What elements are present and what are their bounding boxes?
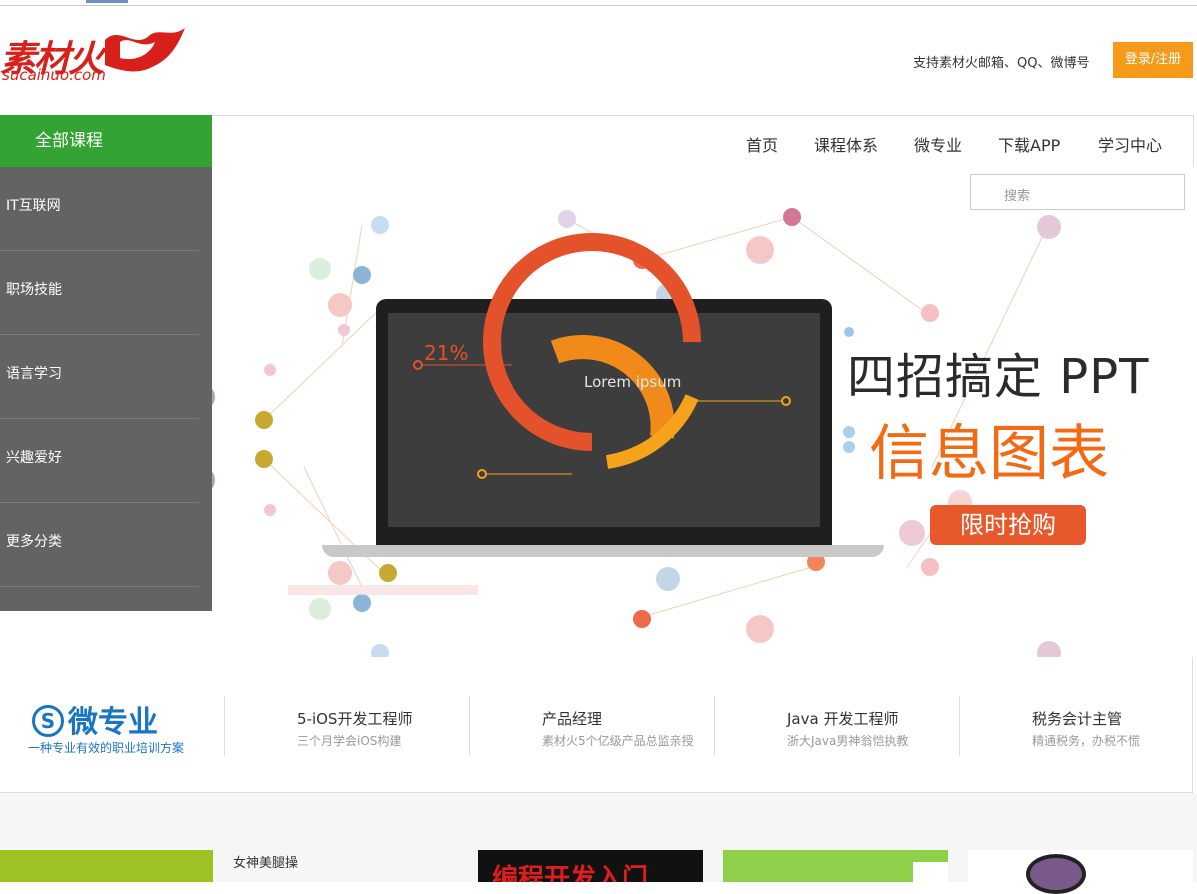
course-java[interactable]: Java 开发工程师 浙大Java男神翁恺执教	[714, 696, 959, 756]
course-card-green[interactable]	[723, 850, 948, 882]
browser-tab-indicator	[86, 0, 128, 3]
micro-major-logo[interactable]: S 微专业	[32, 697, 158, 741]
promo-button[interactable]: 限时抢购	[930, 505, 1086, 545]
avatar-image	[1026, 854, 1086, 894]
banner-headline: 四招搞定 PPT	[847, 349, 1150, 405]
screen-title: Lorem ipsum	[584, 373, 682, 391]
course-title: 税务会计主管	[1032, 710, 1123, 728]
screen-percent: 21%	[424, 341, 469, 365]
sidebar-item-language[interactable]: 语言学习	[0, 335, 199, 419]
course-ios[interactable]: 5-iOS开发工程师 三个月学会iOS构建	[224, 696, 469, 756]
course-subtitle: 三个月学会iOS构建	[297, 734, 402, 748]
nav-item-download-app[interactable]: 下载APP	[998, 132, 1060, 156]
nav-item-learning-center[interactable]: 学习中心	[1098, 132, 1162, 156]
course-card-avatar[interactable]	[968, 850, 1193, 894]
sidebar-item-workplace-skills[interactable]: 职场技能	[0, 251, 199, 335]
sidebar-item-more[interactable]: 更多分类	[0, 503, 199, 587]
course-card-thumbnail[interactable]	[0, 850, 213, 882]
nav-item-micro-major[interactable]: 微专业	[914, 132, 962, 156]
course-product-manager[interactable]: 产品经理 素材火5个亿级产品总监亲授	[469, 696, 714, 756]
course-subtitle: 浙大Java男神翁恺执教	[787, 734, 909, 748]
course-title: Java 开发工程师	[787, 710, 899, 728]
sidebar-item-hobbies[interactable]: 兴趣爱好	[0, 419, 199, 503]
all-courses-button[interactable]: 全部课程	[0, 115, 212, 167]
micro-major-tagline: 一种专业有效的职业培训方案	[28, 741, 185, 755]
nav-item-home[interactable]: 首页	[746, 132, 778, 156]
course-card-title[interactable]: 女神美腿操	[233, 852, 298, 871]
nav-item-curriculum[interactable]: 课程体系	[814, 132, 878, 156]
search-input[interactable]: 搜索	[970, 174, 1185, 210]
hero-banner[interactable]: 21% Lorem ipsum 四招搞定 PPT 信息图表 限时抢购	[212, 167, 1197, 657]
course-subtitle: 精通税务，办税不慌	[1032, 734, 1141, 748]
main-nav: 首页 课程体系 微专业 下载APP 学习中心	[212, 115, 1194, 167]
sidebar-item-it-internet[interactable]: IT互联网	[0, 167, 199, 251]
course-card-programming[interactable]: 编程开发入门	[478, 850, 703, 882]
course-title: 产品经理	[542, 710, 603, 728]
support-text: 支持素材火邮箱、QQ、微博号	[913, 56, 1090, 71]
browser-top-strip	[0, 0, 1197, 6]
course-title: 5-iOS开发工程师	[297, 710, 413, 728]
category-sidebar: IT互联网 职场技能 语言学习 兴趣爱好 更多分类	[0, 167, 212, 611]
login-register-button[interactable]: 登录/注册	[1113, 42, 1193, 78]
laptop-base	[322, 545, 884, 557]
micro-major-logo-text: 微专业	[68, 705, 158, 740]
card-banner-text: 编程开发入门	[492, 864, 649, 882]
logo-domain: sucaihuo.com	[2, 66, 106, 84]
course-tax-accounting[interactable]: 税务会计主管 精通税务，办税不慌	[959, 696, 1197, 756]
banner-subheadline: 信息图表	[869, 419, 1109, 489]
s-logo-icon: S	[32, 705, 64, 737]
course-subtitle: 素材火5个亿级产品总监亲授	[542, 734, 694, 748]
